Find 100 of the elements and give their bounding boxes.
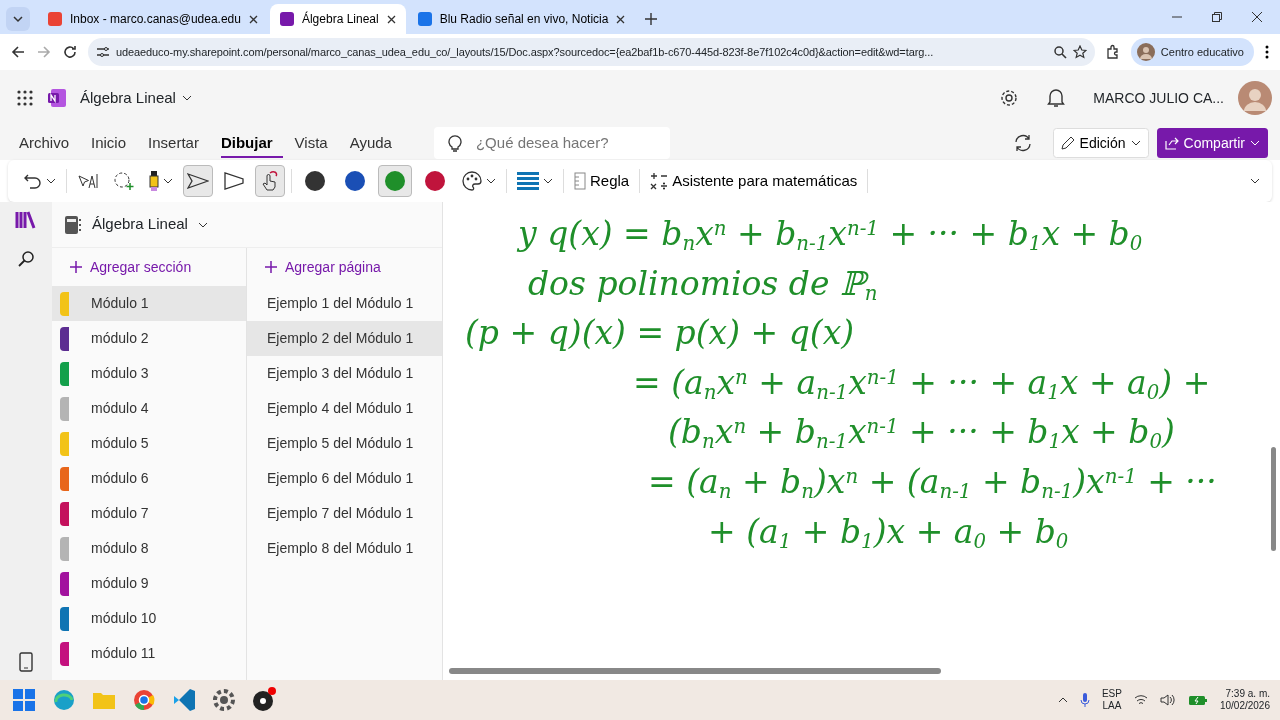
ribbon-tab[interactable]: Inicio	[91, 127, 137, 159]
palette-icon	[462, 171, 482, 191]
draw-tool[interactable]	[183, 165, 213, 197]
section-item[interactable]: Módulo 1	[52, 286, 246, 321]
section-item[interactable]: módulo 10	[52, 601, 246, 636]
ribbon-tab[interactable]: Archivo	[19, 127, 80, 159]
lasso-text-icon	[77, 172, 99, 190]
settings-icon[interactable]	[999, 88, 1020, 108]
chevron-down-icon[interactable]	[543, 178, 553, 184]
ribbon-tab[interactable]: Ayuda	[349, 127, 402, 159]
search-icon[interactable]	[17, 250, 35, 268]
section-item[interactable]: módulo 3	[52, 356, 246, 391]
bookmark-star-icon[interactable]	[1072, 45, 1087, 59]
notebooks-icon[interactable]	[15, 210, 37, 230]
back-icon[interactable]	[10, 44, 26, 60]
touch-draw-tool[interactable]	[255, 165, 285, 197]
math-assistant-button[interactable]: Asistente para matemáticas	[646, 165, 862, 197]
app-launcher-icon[interactable]	[16, 89, 34, 107]
new-tab-plus-icon[interactable]	[645, 13, 658, 25]
chevron-down-icon[interactable]	[197, 221, 208, 228]
math-operators-icon	[650, 172, 669, 190]
page-item[interactable]: Ejemplo 5 del Módulo 1	[247, 426, 442, 461]
section-item[interactable]: módulo 7	[52, 496, 246, 531]
notifications-bell-icon[interactable]	[1047, 88, 1066, 108]
search-field[interactable]: ¿Qué desea hacer?	[433, 127, 670, 159]
browser-tab[interactable]: Álgebra Lineal	[269, 4, 406, 34]
section-item[interactable]: módulo 6	[52, 461, 246, 496]
ruler-icon	[574, 172, 586, 190]
start-windows-icon[interactable]	[10, 686, 38, 714]
clock[interactable]: 7:39 a. m. 10/02/2026	[1219, 687, 1270, 713]
more-icon[interactable]	[1264, 44, 1270, 60]
ribbon-tab[interactable]: Dibujar	[220, 127, 283, 159]
handwritten-math-line: (b$_{n}$x$^{n}$ + b$_{n-1}$x$^{n-1}$ + ··· + b$_{1}$x + b$_{0}$)	[668, 412, 1175, 452]
profile-button[interactable]: Centro educativo	[1130, 38, 1254, 66]
section-item[interactable]: módulo 8	[52, 531, 246, 566]
share-button[interactable]: Compartir	[1156, 128, 1268, 158]
gear-icon[interactable]	[210, 686, 238, 714]
browser-tab[interactable]: Blu Radio señal en vivo, Noticia	[407, 4, 636, 34]
speaker-icon[interactable]	[1159, 693, 1176, 707]
add-section-button[interactable]: Agregar sección	[52, 248, 246, 286]
pen-color-swatch[interactable]	[378, 165, 412, 197]
handwritten-math-line: = (a$_{n}$x$^{n}$ + a$_{n-1}$x$^{n-1}$ + ··· + a$_{1}$x + a$_{0}$) +	[633, 362, 1211, 403]
chevron-up-icon[interactable]	[1057, 697, 1068, 703]
close-icon[interactable]	[616, 14, 626, 24]
section-item[interactable]: módulo 5	[52, 426, 246, 461]
add-page-button[interactable]: Agregar página	[247, 248, 442, 286]
user-avatar-icon[interactable]	[1238, 81, 1272, 115]
horizontal-scrollbar[interactable]	[449, 668, 941, 674]
section-item[interactable]: módulo 4	[52, 391, 246, 426]
notebook-header[interactable]: Álgebra Lineal	[52, 202, 442, 248]
keyboard-language-indicator[interactable]: ESP LAA	[1101, 687, 1122, 713]
section-item[interactable]: módulo 11	[52, 636, 246, 671]
ink-canvas[interactable]	[443, 202, 1280, 680]
chevron-down-icon[interactable]	[1130, 140, 1141, 146]
page-item[interactable]: Ejemplo 1 del Módulo 1	[247, 286, 442, 321]
edit-mode-button[interactable]: Edición	[1052, 128, 1149, 158]
page-item[interactable]: Ejemplo 6 del Módulo 1	[247, 461, 442, 496]
microphone-icon[interactable]	[1079, 692, 1090, 708]
ribbon-tab[interactable]: Vista	[294, 127, 338, 159]
plus-icon	[70, 261, 82, 273]
ruler-button[interactable]: Regla	[570, 165, 634, 197]
notebook-title: Álgebra Lineal	[92, 214, 188, 235]
close-icon[interactable]	[386, 14, 396, 24]
extensions-icon[interactable]	[1104, 44, 1121, 60]
page-item[interactable]: Ejemplo 4 del Módulo 1	[247, 391, 442, 426]
notebook-icon	[64, 214, 82, 235]
chevron-down-icon[interactable]	[163, 178, 173, 184]
close-icon[interactable]	[1252, 12, 1262, 22]
tab-list-chevron-icon[interactable]	[6, 7, 30, 31]
section-item[interactable]: módulo 2	[52, 321, 246, 356]
page-item[interactable]: Ejemplo 7 del Módulo 1	[247, 496, 442, 531]
section-item[interactable]: módulo 9	[52, 566, 246, 601]
mobile-device-icon[interactable]	[19, 652, 33, 672]
recording-app-icon[interactable]	[250, 686, 278, 714]
page-item[interactable]: Ejemplo 2 del Módulo 1	[247, 321, 442, 356]
browser-tab[interactable]: Inbox - marco.canas@udea.edu	[38, 4, 268, 34]
wifi-icon[interactable]	[1133, 694, 1148, 706]
sync-icon[interactable]	[1012, 133, 1033, 153]
zoom-icon[interactable]	[1052, 45, 1067, 59]
search-input[interactable]: ¿Qué desea hacer?	[473, 130, 644, 156]
plus-icon	[265, 261, 277, 273]
battery-charging-icon[interactable]	[1187, 694, 1208, 706]
address-bar[interactable]: udeaeduco-my.sharepoint.com/personal/marco_canas_udea_edu_co/_layouts/15/Doc.aspx?sourcedoc={ea2baf1b-c670-445d-823f-8e7f102c4c0d}&action=edit&wd=targ...	[88, 38, 1095, 66]
app-title[interactable]: Álgebra Lineal	[80, 86, 192, 110]
chevron-down-icon[interactable]	[486, 178, 496, 184]
page-item[interactable]: Ejemplo 3 del Módulo 1	[247, 356, 442, 391]
close-icon[interactable]	[248, 14, 258, 24]
site-settings-icon[interactable]	[96, 45, 110, 59]
chevron-down-icon[interactable]	[181, 95, 192, 101]
handwritten-math-line: + (a$_{1}$ + b$_{1}$)x + a$_{0}$ + b$_{0}$	[708, 511, 1069, 552]
vertical-scrollbar[interactable]	[1271, 447, 1276, 551]
page-item[interactable]: Ejemplo 8 del Módulo 1	[247, 531, 442, 566]
user-name[interactable]: MARCO JULIO CA...	[1093, 87, 1224, 109]
reload-icon[interactable]	[62, 44, 78, 60]
avatar-icon	[1136, 43, 1155, 61]
chevron-down-icon[interactable]	[46, 178, 56, 184]
ribbon-tab[interactable]: Insertar	[148, 127, 209, 159]
restore-icon[interactable]	[1212, 12, 1222, 22]
share-icon	[1164, 136, 1179, 150]
collapse-ribbon-chevron-icon[interactable]	[1250, 178, 1260, 184]
